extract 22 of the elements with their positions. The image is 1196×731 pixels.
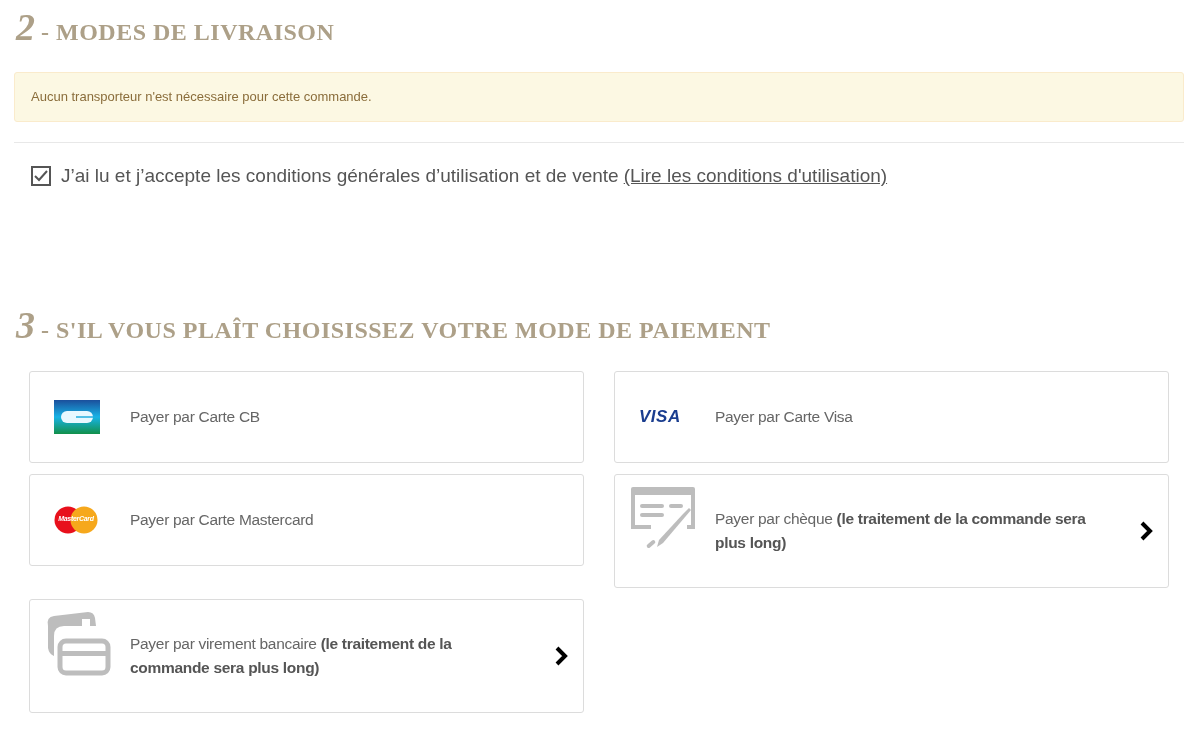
payment-option[interactable]: Payer par chèque (le traitement de la commande sera plus long) [614,473,1169,588]
section-title: - S'IL VOUS PLAÎT CHOISISSEZ VOTRE MODE DE PAIEMENT [41,317,771,342]
cb-card-logo [54,399,100,434]
payment-option[interactable]: VISA Payer par Carte Visa [614,370,1169,463]
payment-option[interactable]: Payer par virement bancaire (le traitement de la commande sera plus long) [29,598,584,713]
chevron-right-icon [1140,520,1154,541]
checkbox[interactable] [31,166,51,187]
payment-label: Payer par virement bancaire (le traitement de la commande sera plus long) [130,633,453,678]
alert-message: Aucun transporteur n'est nécessaire pour cette commande. [14,72,1184,122]
terms-label: J’ai lu et j’accepte les conditions générales d’utilisation et de vente [61,164,619,188]
payment-option[interactable]: Payer par Carte CB [29,370,584,463]
section-number: 3 [16,305,35,344]
payment-label: Payer par Carte Visa [715,406,854,427]
payment-label: Payer par chèque (le traitement de la commande sera plus long) [715,508,1087,553]
bank-cards-icon [46,611,111,677]
payment-label: Payer par Carte CB [130,406,261,427]
terms-link[interactable]: (Lire les conditions d'utilisation) [623,162,888,191]
payment-label: Payer par Carte Mastercard [130,509,315,530]
chevron-right-icon [555,645,569,666]
section-number: 2 [16,8,35,46]
visa-logo: VISA [639,408,681,425]
section-title: - MODES DE LIVRAISON [41,20,335,44]
